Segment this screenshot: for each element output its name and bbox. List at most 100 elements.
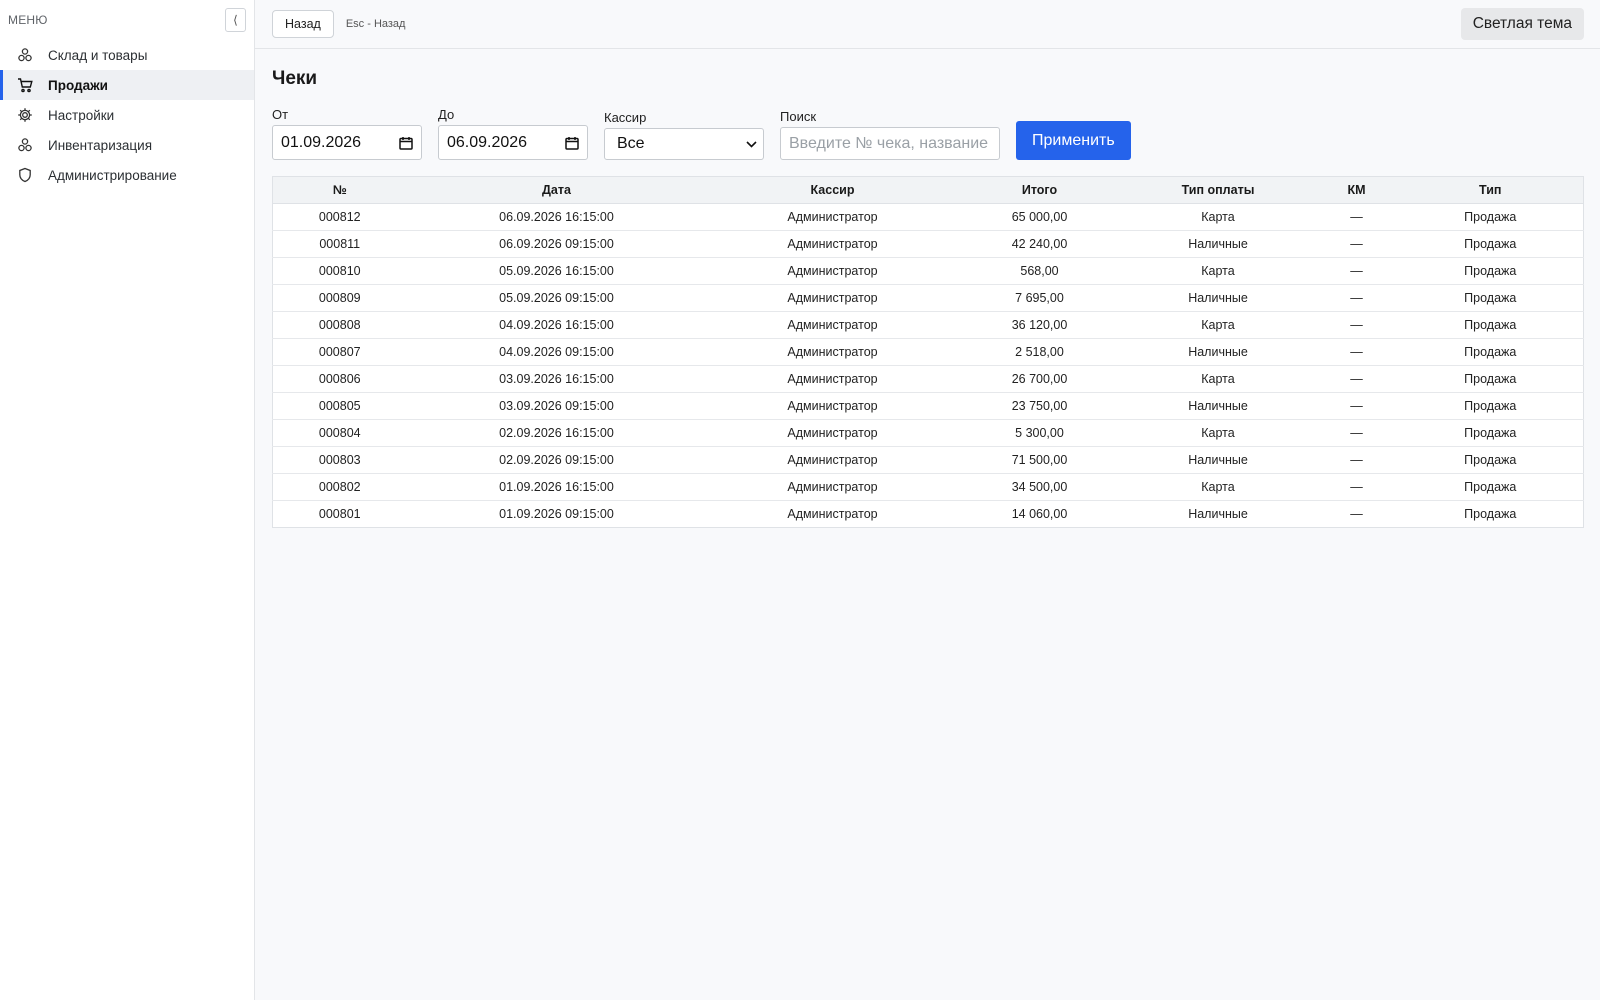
from-date-value: 01.09.2026 bbox=[281, 133, 362, 151]
cell-date: 05.09.2026 09:15:00 bbox=[406, 284, 707, 312]
main-content: Чеки От 01.09.2026 До 06.09.2026 Кассир … bbox=[272, 49, 1584, 528]
cell-date: 02.09.2026 16:15:00 bbox=[406, 419, 707, 447]
theme-toggle-button[interactable]: Светлая тема bbox=[1460, 8, 1584, 40]
cell-type: Продажа bbox=[1397, 311, 1584, 339]
cell-cashier: Администратор bbox=[706, 392, 959, 420]
cell-cashier: Администратор bbox=[706, 419, 959, 447]
cell-total: 26 700,00 bbox=[958, 365, 1121, 393]
cell-type: Продажа bbox=[1397, 257, 1584, 285]
cell-cashier: Администратор bbox=[706, 446, 959, 474]
cell-type: Продажа bbox=[1397, 338, 1584, 366]
table-row[interactable]: 000807 04.09.2026 09:15:00 Администратор 2 … bbox=[272, 338, 1584, 366]
cell-number: 000802 bbox=[272, 473, 407, 501]
cell-number: 000806 bbox=[272, 365, 407, 393]
cell-km: — bbox=[1315, 284, 1398, 312]
sidebar-item-administration[interactable]: Администрирование bbox=[0, 160, 254, 190]
calendar-icon[interactable] bbox=[565, 136, 579, 150]
cell-km: — bbox=[1315, 473, 1398, 501]
cell-cashier: Администратор bbox=[706, 311, 959, 339]
chevron-down-icon bbox=[746, 140, 757, 148]
cell-km: — bbox=[1315, 365, 1398, 393]
table-row[interactable]: 000804 02.09.2026 16:15:00 Администратор 5 … bbox=[272, 419, 1584, 447]
cell-type: Продажа bbox=[1397, 203, 1584, 231]
sidebar-header: МЕНЮ ⟨ bbox=[0, 0, 254, 40]
from-field: От 01.09.2026 bbox=[272, 107, 422, 160]
sidebar-item-label: Инвентаризация bbox=[48, 137, 153, 153]
table-row[interactable]: 000805 03.09.2026 09:15:00 Администратор 23… bbox=[272, 392, 1584, 420]
shield-icon bbox=[17, 167, 33, 183]
cell-payment-type: Наличные bbox=[1120, 338, 1316, 366]
cart-icon bbox=[17, 77, 33, 93]
sidebar-item-inventory[interactable]: Инвентаризация bbox=[0, 130, 254, 160]
table-row[interactable]: 000803 02.09.2026 09:15:00 Администратор 71… bbox=[272, 446, 1584, 474]
table-row[interactable]: 000806 03.09.2026 16:15:00 Администратор 26… bbox=[272, 365, 1584, 393]
table-row[interactable]: 000809 05.09.2026 09:15:00 Администратор 7 … bbox=[272, 284, 1584, 312]
sidebar-item-label: Настройки bbox=[48, 107, 115, 123]
column-header-type: Тип bbox=[1397, 176, 1584, 204]
table-row[interactable]: 000810 05.09.2026 16:15:00 Администратор 56… bbox=[272, 257, 1584, 285]
table-row[interactable]: 000811 06.09.2026 09:15:00 Администратор 42… bbox=[272, 230, 1584, 258]
cell-type: Продажа bbox=[1397, 284, 1584, 312]
table-row[interactable]: 000812 06.09.2026 16:15:00 Администратор 65… bbox=[272, 203, 1584, 231]
column-header-date: Дата bbox=[406, 176, 707, 204]
cell-number: 000804 bbox=[272, 419, 407, 447]
cell-km: — bbox=[1315, 446, 1398, 474]
cell-date: 04.09.2026 16:15:00 bbox=[406, 311, 707, 339]
back-button[interactable]: Назад bbox=[272, 10, 334, 38]
to-date-input[interactable]: 06.09.2026 bbox=[438, 125, 588, 160]
boxes-icon bbox=[17, 47, 33, 63]
cashier-label: Кассир bbox=[604, 110, 647, 125]
sidebar-item-settings[interactable]: Настройки bbox=[0, 100, 254, 130]
topbar: Назад Esc - Назад Светлая тема bbox=[255, 0, 1600, 49]
cell-cashier: Администратор bbox=[706, 338, 959, 366]
cell-payment-type: Карта bbox=[1120, 311, 1316, 339]
page-title: Чеки bbox=[272, 68, 318, 89]
cell-cashier: Администратор bbox=[706, 284, 959, 312]
column-header-number: № bbox=[272, 176, 407, 204]
collapse-sidebar-button[interactable]: ⟨ bbox=[225, 8, 246, 32]
cell-type: Продажа bbox=[1397, 473, 1584, 501]
menu-label: МЕНЮ bbox=[8, 13, 48, 27]
cell-cashier: Администратор bbox=[787, 507, 878, 521]
table-row[interactable]: 000808 04.09.2026 16:15:00 Администратор 36… bbox=[272, 311, 1584, 339]
cell-payment-type: Наличные bbox=[1120, 446, 1316, 474]
cell-number: 000808 bbox=[272, 311, 407, 339]
calendar-icon[interactable] bbox=[399, 136, 413, 150]
cell-total: 36 120,00 bbox=[958, 311, 1121, 339]
cell-number: 000809 bbox=[272, 284, 407, 312]
cell-payment-type: Карта bbox=[1120, 203, 1316, 231]
sidebar-item-sales[interactable]: Продажи bbox=[0, 70, 254, 100]
sidebar-item-warehouse[interactable]: Склад и товары bbox=[0, 40, 254, 70]
from-date-input[interactable]: 01.09.2026 bbox=[272, 125, 422, 160]
cell-total: 2 518,00 bbox=[958, 338, 1121, 366]
search-input[interactable]: Введите № чека, название bbox=[780, 127, 1000, 160]
cell-km: — bbox=[1315, 419, 1398, 447]
cell-type: Продажа bbox=[1464, 507, 1517, 521]
apply-button[interactable]: Применить bbox=[1016, 121, 1131, 160]
cell-date: 03.09.2026 09:15:00 bbox=[406, 392, 707, 420]
column-header-total: Итого bbox=[958, 176, 1121, 204]
table-row[interactable]: 000801 01.09.2026 09:15:00 Администратор 14… bbox=[273, 501, 1584, 528]
cell-cashier: Администратор bbox=[706, 230, 959, 258]
cell-km: — bbox=[1315, 230, 1398, 258]
cell-cashier: Администратор bbox=[706, 365, 959, 393]
cell-date: 02.09.2026 09:15:00 bbox=[406, 446, 707, 474]
cell-type: Продажа bbox=[1397, 365, 1584, 393]
cell-total: 5 300,00 bbox=[958, 419, 1121, 447]
cell-payment-type: Наличные bbox=[1120, 284, 1316, 312]
cell-date: 01.09.2026 16:15:00 bbox=[406, 473, 707, 501]
gear-icon bbox=[17, 107, 33, 123]
cell-total: 65 000,00 bbox=[958, 203, 1121, 231]
table-row[interactable]: 000802 01.09.2026 16:15:00 Администратор 34… bbox=[272, 473, 1584, 501]
cell-date: 06.09.2026 09:15:00 bbox=[406, 230, 707, 258]
cell-date: 04.09.2026 09:15:00 bbox=[406, 338, 707, 366]
search-field: Поиск Введите № чека, название bbox=[780, 109, 1000, 160]
cell-payment-type: Карта bbox=[1120, 419, 1316, 447]
cell-km: — bbox=[1315, 392, 1398, 420]
search-label: Поиск bbox=[780, 109, 817, 124]
cell-cashier: Администратор bbox=[706, 203, 959, 231]
cell-total: 42 240,00 bbox=[958, 230, 1121, 258]
cashier-select[interactable]: Все bbox=[604, 128, 764, 160]
from-label: От bbox=[272, 107, 289, 122]
cell-number: 000811 bbox=[272, 230, 407, 258]
